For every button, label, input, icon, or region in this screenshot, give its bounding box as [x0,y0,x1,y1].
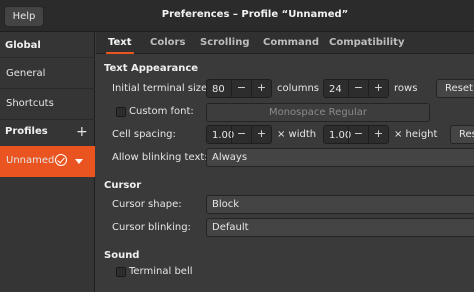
columns-value[interactable]: 80 [212,81,225,98]
tab-compatibility[interactable]: Compatibility [327,32,406,54]
text-tab-panel: Text Appearance Initial terminal size: 8… [96,55,474,292]
cursor-shape-dropdown[interactable]: Block [206,195,474,214]
sound-heading: Sound [104,250,140,261]
rows-spinner[interactable]: 24 − + [323,79,389,98]
tab-scrolling[interactable]: Scrolling [198,32,252,54]
profile-name: Unnamed [6,155,55,166]
cell-width-spinner[interactable]: 1.00 − + [206,125,272,144]
cell-width-decrement-button[interactable]: − [231,126,251,143]
cursor-blinking-label: Cursor blinking: [112,222,191,233]
height-multiplier-label: × height [394,129,438,140]
terminal-size-label: Initial terminal size: [112,83,211,94]
sidebar-divider [0,57,95,58]
terminal-bell-label: Terminal bell [129,266,193,277]
sidebar-item-shortcuts[interactable]: Shortcuts [0,89,95,119]
tab-colors[interactable]: Colors [148,32,187,54]
cell-height-increment-button[interactable]: + [368,126,388,143]
cursor-shape-label: Cursor shape: [112,199,182,210]
help-button[interactable]: Help [4,6,44,27]
profiles-heading: Profiles [5,126,48,137]
profile-menu-chevron-down-icon[interactable] [75,159,83,164]
sidebar-item-profile-unnamed[interactable]: Unnamed [0,146,95,177]
sidebar: Global General Shortcuts Profiles + Unna… [0,32,95,292]
cell-height-spinner[interactable]: 1.00 − + [323,125,389,144]
tab-command[interactable]: Command [261,32,321,54]
reset-size-button[interactable]: Reset [436,79,474,98]
columns-label: columns [277,83,320,94]
cell-width-increment-button[interactable]: + [251,126,271,143]
tab-bar: Text Colors Scrolling Command Compatibil… [96,32,474,54]
columns-decrement-button[interactable]: − [231,80,251,97]
width-multiplier-label: × width [277,129,317,140]
add-profile-button[interactable]: + [76,125,88,139]
reset-spacing-button[interactable]: Reset [450,125,474,144]
custom-font-checkbox[interactable] [116,107,126,117]
default-profile-check-icon [55,154,67,166]
sidebar-divider [0,119,95,120]
cell-height-decrement-button[interactable]: − [348,126,368,143]
rows-value[interactable]: 24 [329,81,342,98]
custom-font-label: Custom font: [129,106,194,117]
font-picker-button[interactable]: Monospace Regular [206,103,430,122]
rows-label: rows [394,83,418,94]
columns-spinner[interactable]: 80 − + [206,79,272,98]
sidebar-item-general[interactable]: General [0,59,95,89]
cursor-blinking-dropdown[interactable]: Default [206,218,474,237]
tab-text[interactable]: Text [106,32,134,54]
allow-blinking-dropdown[interactable]: Always [206,148,474,167]
window-title: Preferences – Profile “Unnamed” [161,9,349,20]
header-bar: Help Preferences – Profile “Unnamed” [0,0,474,32]
global-heading: Global [5,40,41,51]
cell-spacing-label: Cell spacing: [112,129,176,140]
cursor-heading: Cursor [104,180,142,191]
text-appearance-heading: Text Appearance [104,63,199,74]
rows-decrement-button[interactable]: − [348,80,368,97]
rows-increment-button[interactable]: + [368,80,388,97]
terminal-bell-checkbox[interactable] [116,267,126,277]
columns-increment-button[interactable]: + [251,80,271,97]
allow-blinking-label: Allow blinking text: [112,152,208,163]
